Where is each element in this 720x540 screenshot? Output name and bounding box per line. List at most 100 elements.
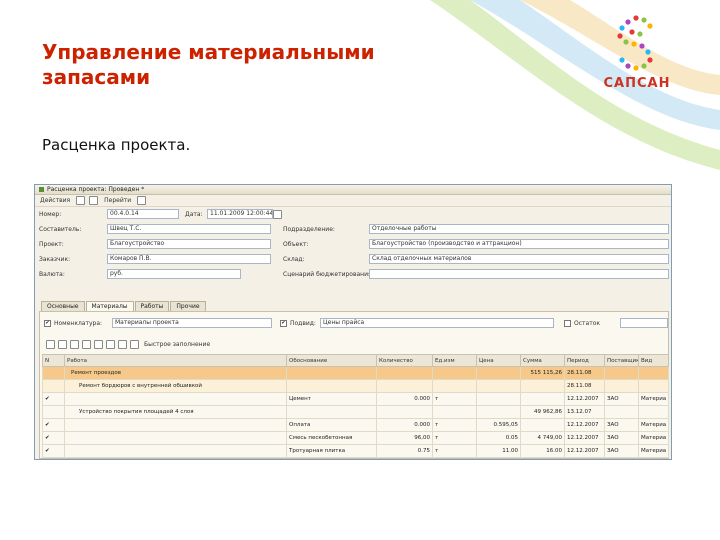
tab-works[interactable]: Работы (134, 301, 170, 311)
table-cell-price (476, 405, 521, 419)
edit-row-icon[interactable] (70, 339, 79, 349)
table-row[interactable]: Ремонт бордюров с внутренней обшивкой 28.… (42, 379, 669, 393)
sort-icon[interactable] (118, 339, 127, 349)
quick-fill-button[interactable]: Быстрое заполнение (142, 341, 212, 348)
move-down-icon[interactable] (106, 339, 115, 349)
subtype-filter-field[interactable]: Цены прайса (320, 318, 554, 328)
table-cell-unit: т (432, 392, 477, 406)
table-cell-period: 28.11.08 (564, 366, 605, 380)
table-cell-unit (432, 405, 477, 419)
table-row[interactable]: Ремонт проездов 515 115,26 28.11.08 (42, 366, 669, 380)
move-up-icon[interactable] (94, 339, 103, 349)
col-kind[interactable]: Вид (638, 354, 669, 367)
tab-main[interactable]: Основные (41, 301, 85, 311)
toolbar-goto-menu[interactable]: Перейти (102, 197, 133, 204)
table-cell-n[interactable] (42, 366, 65, 380)
col-basis[interactable]: Обоснование (286, 354, 377, 367)
tab-other[interactable]: Прочие (170, 301, 206, 311)
customer-label: Заказчик: (39, 256, 71, 263)
table-cell-sum (520, 392, 565, 406)
table-row[interactable]: ✔ Смесь пескобетонная 96,00 т 0.05 4 749,00 12… (42, 431, 669, 445)
logo-dot (623, 39, 629, 45)
table-cell-work: Ремонт бордюров с внутренней обшивкой (64, 379, 287, 393)
item-filter-label: Номенклатура: (54, 320, 103, 327)
materials-table: N Работа Обоснование Количество Ед.изм Ц… (42, 354, 669, 458)
delete-row-icon[interactable] (82, 339, 91, 349)
table-cell-n[interactable] (42, 379, 65, 393)
table-cell-period: 13.12.07 (564, 405, 605, 419)
logo-dot (617, 33, 623, 39)
table-cell-supplier: ЗАО (604, 392, 639, 406)
table-cell-n[interactable]: ✔ (42, 392, 65, 406)
currency-field[interactable]: руб. (107, 269, 241, 279)
table-row[interactable]: Устройство покрытия площадей 4 слоя 49 96… (42, 405, 669, 419)
window-titlebar: Расценка проекта: Проведен * (35, 185, 671, 195)
col-work[interactable]: Работа (64, 354, 287, 367)
object-field[interactable]: Благоустройство (производство и аттракци… (369, 239, 669, 249)
toolbar-actions-menu[interactable]: Действия (38, 197, 72, 204)
logo-dot (637, 31, 643, 37)
table-cell-price: 11.00 (476, 444, 521, 458)
table-cell-qty: 0.000 (376, 392, 433, 406)
table-cell-n[interactable]: ✔ (42, 431, 65, 445)
logo-dot (645, 49, 651, 55)
table-cell-basis: Тротуарная плитка (286, 444, 377, 458)
table-cell-supplier (604, 405, 639, 419)
save-icon[interactable] (76, 196, 86, 205)
warehouse-field[interactable]: Склад отделочных материалов (369, 254, 669, 264)
table-cell-n[interactable]: ✔ (42, 444, 65, 458)
col-sum[interactable]: Сумма (520, 354, 565, 367)
col-supplier[interactable]: Поставщик (604, 354, 639, 367)
item-filter-checkbox[interactable]: ✔ (44, 320, 51, 327)
project-label: Проект: (39, 241, 64, 248)
subtype-filter-label: Подвид: (290, 320, 316, 327)
table-cell-period: 12.12.2007 (564, 418, 605, 432)
author-field[interactable]: Швец Т.С. (107, 224, 271, 234)
customer-field[interactable]: Комаров П.В. (107, 254, 271, 264)
table-cell-n[interactable]: ✔ (42, 418, 65, 432)
copy-row-icon[interactable] (58, 339, 67, 349)
subtype-filter-checkbox[interactable]: ✔ (280, 320, 287, 327)
project-field[interactable]: Благоустройство (107, 239, 271, 249)
table-cell-basis: Оплата (286, 418, 377, 432)
author-label: Составитель: (39, 226, 82, 233)
tab-materials[interactable]: Материалы (85, 301, 134, 311)
table-cell-qty (376, 379, 433, 393)
add-row-icon[interactable] (46, 339, 55, 349)
col-price[interactable]: Цена (476, 354, 521, 367)
window-icon (39, 187, 44, 192)
open-icon[interactable] (89, 196, 99, 205)
col-period[interactable]: Период (564, 354, 605, 367)
logo-dot (647, 23, 653, 29)
logo-dot (633, 15, 639, 21)
budget-scenario-field[interactable] (369, 269, 669, 279)
calendar-icon[interactable] (273, 210, 282, 219)
table-row[interactable]: ✔ Тротуарная плитка 0.75 т 11.00 16.00 12.12.2… (42, 444, 669, 458)
left-filter-field[interactable] (620, 318, 668, 328)
col-qty[interactable]: Количество (376, 354, 433, 367)
table-cell-sum (520, 418, 565, 432)
filter-icon[interactable] (130, 339, 139, 349)
table-cell-work (64, 392, 287, 406)
left-filter-checkbox[interactable] (564, 320, 571, 327)
subdivision-field[interactable]: Отделочные работы (369, 224, 669, 234)
logo-dot (619, 25, 625, 31)
left-filter-label: Остаток (574, 320, 600, 327)
app-window: Расценка проекта: Проведен * Действия Пе… (34, 184, 672, 460)
table-cell-unit (432, 379, 477, 393)
date-field[interactable]: 11.01.2009 12:00:44 (207, 209, 273, 219)
number-field[interactable]: 00.4.0.14 (107, 209, 179, 219)
col-unit[interactable]: Ед.изм (432, 354, 477, 367)
date-label: Дата: (185, 211, 203, 218)
currency-label: Валюта: (39, 271, 65, 278)
table-cell-supplier: ЗАО (604, 444, 639, 458)
object-label: Объект: (283, 241, 309, 248)
table-cell-n[interactable] (42, 405, 65, 419)
help-icon[interactable] (137, 196, 147, 205)
table-row[interactable]: ✔ Оплата 0.000 т 0.595,05 12.12.2007 ЗАО Матери… (42, 418, 669, 432)
col-n[interactable]: N (42, 354, 65, 367)
table-row[interactable]: ✔ Цемент 0.000 т 12.12.2007 ЗАО Материа (42, 392, 669, 406)
item-filter-field[interactable]: Материалы проекта (112, 318, 272, 328)
table-cell-period: 28.11.08 (564, 379, 605, 393)
table-cell-kind (638, 379, 669, 393)
